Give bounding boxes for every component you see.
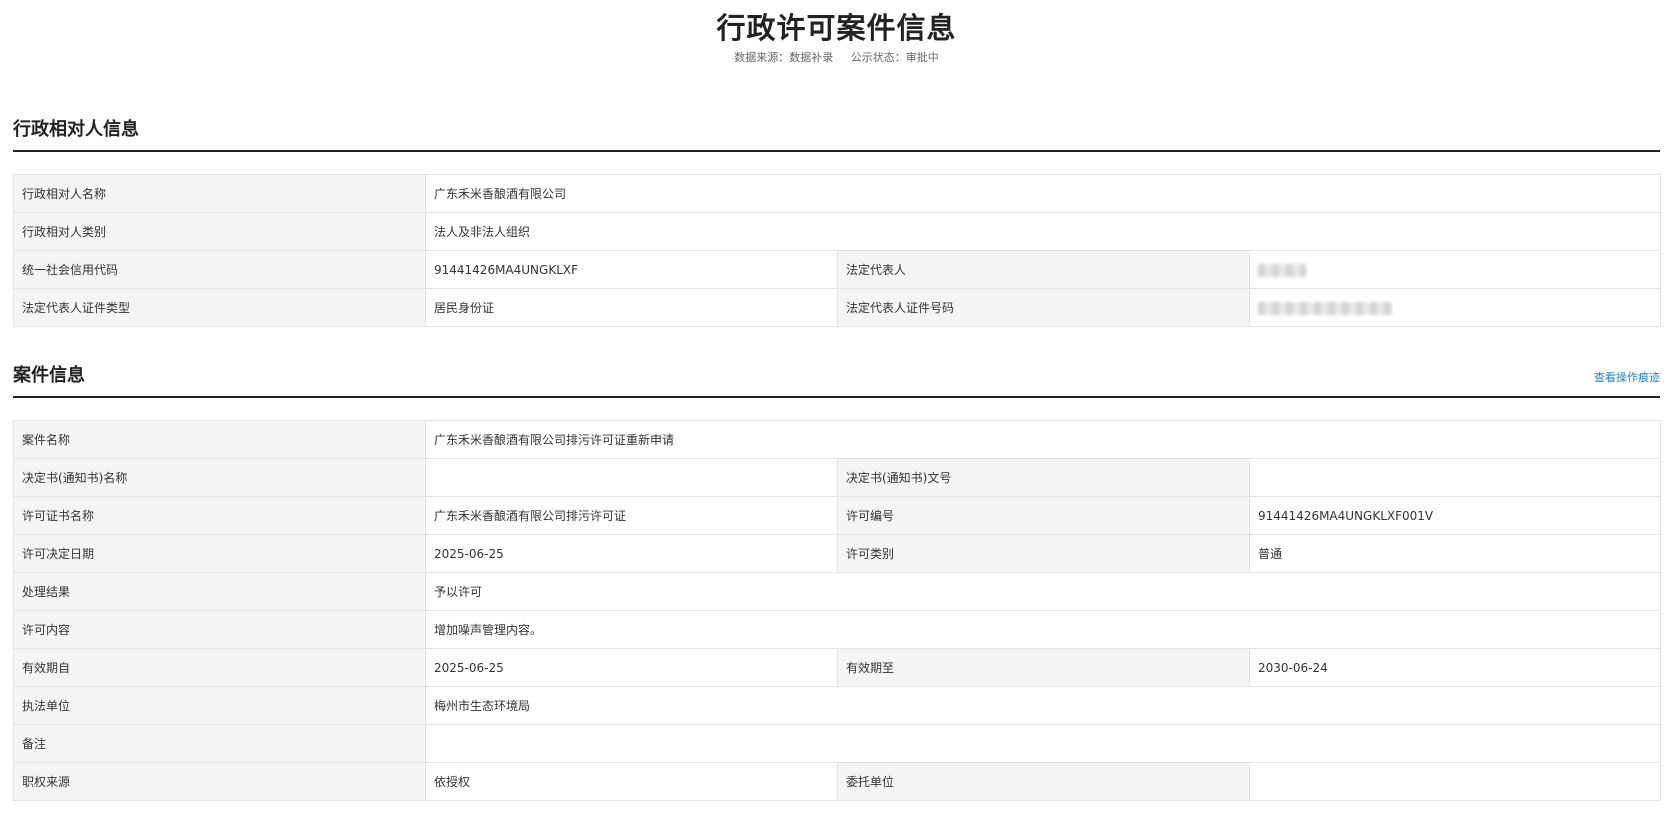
valid-to-label: 有效期至 <box>837 648 1250 687</box>
table-row: 许可决定日期 2025-06-25 许可类别 普通 <box>13 534 1661 573</box>
authority-source-value: 依授权 <box>425 762 838 801</box>
decision-no-label: 决定书(通知书)文号 <box>837 458 1250 497</box>
entrusted-unit-label: 委托单位 <box>837 762 1250 801</box>
table-row: 案件名称 广东禾米香酿酒有限公司排污许可证重新申请 <box>13 420 1661 459</box>
publicity-status-text: 公示状态：审批中 <box>850 51 939 64</box>
content-value: 增加噪声管理内容。 <box>425 610 1661 649</box>
page-title: 行政许可案件信息 <box>716 11 957 45</box>
case-info-section: 案件信息 查看操作痕迹 案件名称 广东禾米香酿酒有限公司排污许可证重新申请 决定… <box>13 357 1661 801</box>
view-operation-trace-link[interactable]: 查看操作痕迹 <box>1594 369 1660 385</box>
license-name-value: 广东禾米香酿酒有限公司排污许可证 <box>425 496 838 535</box>
valid-from-value: 2025-06-25 <box>425 648 838 687</box>
decision-date-value: 2025-06-25 <box>425 534 838 573</box>
table-row: 行政相对人名称 广东禾米香酿酒有限公司 <box>13 174 1661 213</box>
table-row: 有效期自 2025-06-25 有效期至 2030-06-24 <box>13 648 1661 687</box>
party-name-label: 行政相对人名称 <box>13 174 426 213</box>
masked-legal-rep <box>1258 263 1306 277</box>
page: 行政许可案件信息 数据来源：数据补录 公示状态：审批中 行政相对人信息 行政相对… <box>0 0 1673 815</box>
decision-date-label: 许可决定日期 <box>13 534 426 573</box>
authority-source-label: 职权来源 <box>13 762 426 801</box>
party-info-table: 行政相对人名称 广东禾米香酿酒有限公司 行政相对人类别 法人及非法人组织 统一社… <box>13 174 1661 327</box>
page-subtitle: 数据来源：数据补录 公示状态：审批中 <box>0 50 1673 66</box>
decision-name-value <box>425 458 838 497</box>
masked-id-number <box>1258 301 1392 315</box>
table-row: 决定书(通知书)名称 决定书(通知书)文号 <box>13 458 1661 497</box>
legal-rep-label: 法定代表人 <box>837 250 1250 289</box>
license-no-value: 91441426MA4UNGKLXF001V <box>1249 496 1661 535</box>
result-label: 处理结果 <box>13 572 426 611</box>
table-row: 执法单位 梅州市生态环境局 <box>13 686 1661 725</box>
id-number-label: 法定代表人证件号码 <box>837 288 1250 327</box>
license-no-label: 许可编号 <box>837 496 1250 535</box>
party-info-title: 行政相对人信息 <box>13 119 139 140</box>
case-info-table: 案件名称 广东禾米香酿酒有限公司排污许可证重新申请 决定书(通知书)名称 决定书… <box>13 420 1661 801</box>
table-row: 处理结果 予以许可 <box>13 572 1661 611</box>
decision-no-value <box>1249 458 1661 497</box>
id-type-label: 法定代表人证件类型 <box>13 288 426 327</box>
license-type-value: 普通 <box>1249 534 1661 573</box>
agency-label: 执法单位 <box>13 686 426 725</box>
table-row: 备注 <box>13 724 1661 763</box>
party-info-section: 行政相对人信息 行政相对人名称 广东禾米香酿酒有限公司 行政相对人类别 法人及非… <box>13 111 1661 327</box>
license-type-label: 许可类别 <box>837 534 1250 573</box>
case-name-value: 广东禾米香酿酒有限公司排污许可证重新申请 <box>425 420 1661 459</box>
table-row: 法定代表人证件类型 居民身份证 法定代表人证件号码 <box>13 288 1661 327</box>
case-info-title: 案件信息 <box>13 365 85 386</box>
entrusted-unit-value <box>1249 762 1661 801</box>
legal-rep-value <box>1249 250 1661 289</box>
valid-from-label: 有效期自 <box>13 648 426 687</box>
result-value: 予以许可 <box>425 572 1661 611</box>
party-name-value: 广东禾米香酿酒有限公司 <box>425 174 1661 213</box>
id-type-value: 居民身份证 <box>425 288 838 327</box>
agency-value: 梅州市生态环境局 <box>425 686 1661 725</box>
license-name-label: 许可证书名称 <box>13 496 426 535</box>
table-row: 统一社会信用代码 91441426MA4UNGKLXF 法定代表人 <box>13 250 1661 289</box>
table-row: 许可内容 增加噪声管理内容。 <box>13 610 1661 649</box>
content-label: 许可内容 <box>13 610 426 649</box>
case-name-label: 案件名称 <box>13 420 426 459</box>
credit-code-value: 91441426MA4UNGKLXF <box>425 250 838 289</box>
id-number-value <box>1249 288 1661 327</box>
table-row: 职权来源 依授权 委托单位 <box>13 762 1661 801</box>
party-info-header: 行政相对人信息 <box>13 111 1660 152</box>
credit-code-label: 统一社会信用代码 <box>13 250 426 289</box>
table-row: 许可证书名称 广东禾米香酿酒有限公司排污许可证 许可编号 91441426MA4… <box>13 496 1661 535</box>
table-row: 行政相对人类别 法人及非法人组织 <box>13 212 1661 251</box>
remark-value <box>425 724 1661 763</box>
remark-label: 备注 <box>13 724 426 763</box>
party-category-value: 法人及非法人组织 <box>425 212 1661 251</box>
party-category-label: 行政相对人类别 <box>13 212 426 251</box>
decision-name-label: 决定书(通知书)名称 <box>13 458 426 497</box>
valid-to-value: 2030-06-24 <box>1249 648 1661 687</box>
case-info-header: 案件信息 查看操作痕迹 <box>13 357 1660 398</box>
data-source-text: 数据来源：数据补录 <box>734 51 834 64</box>
